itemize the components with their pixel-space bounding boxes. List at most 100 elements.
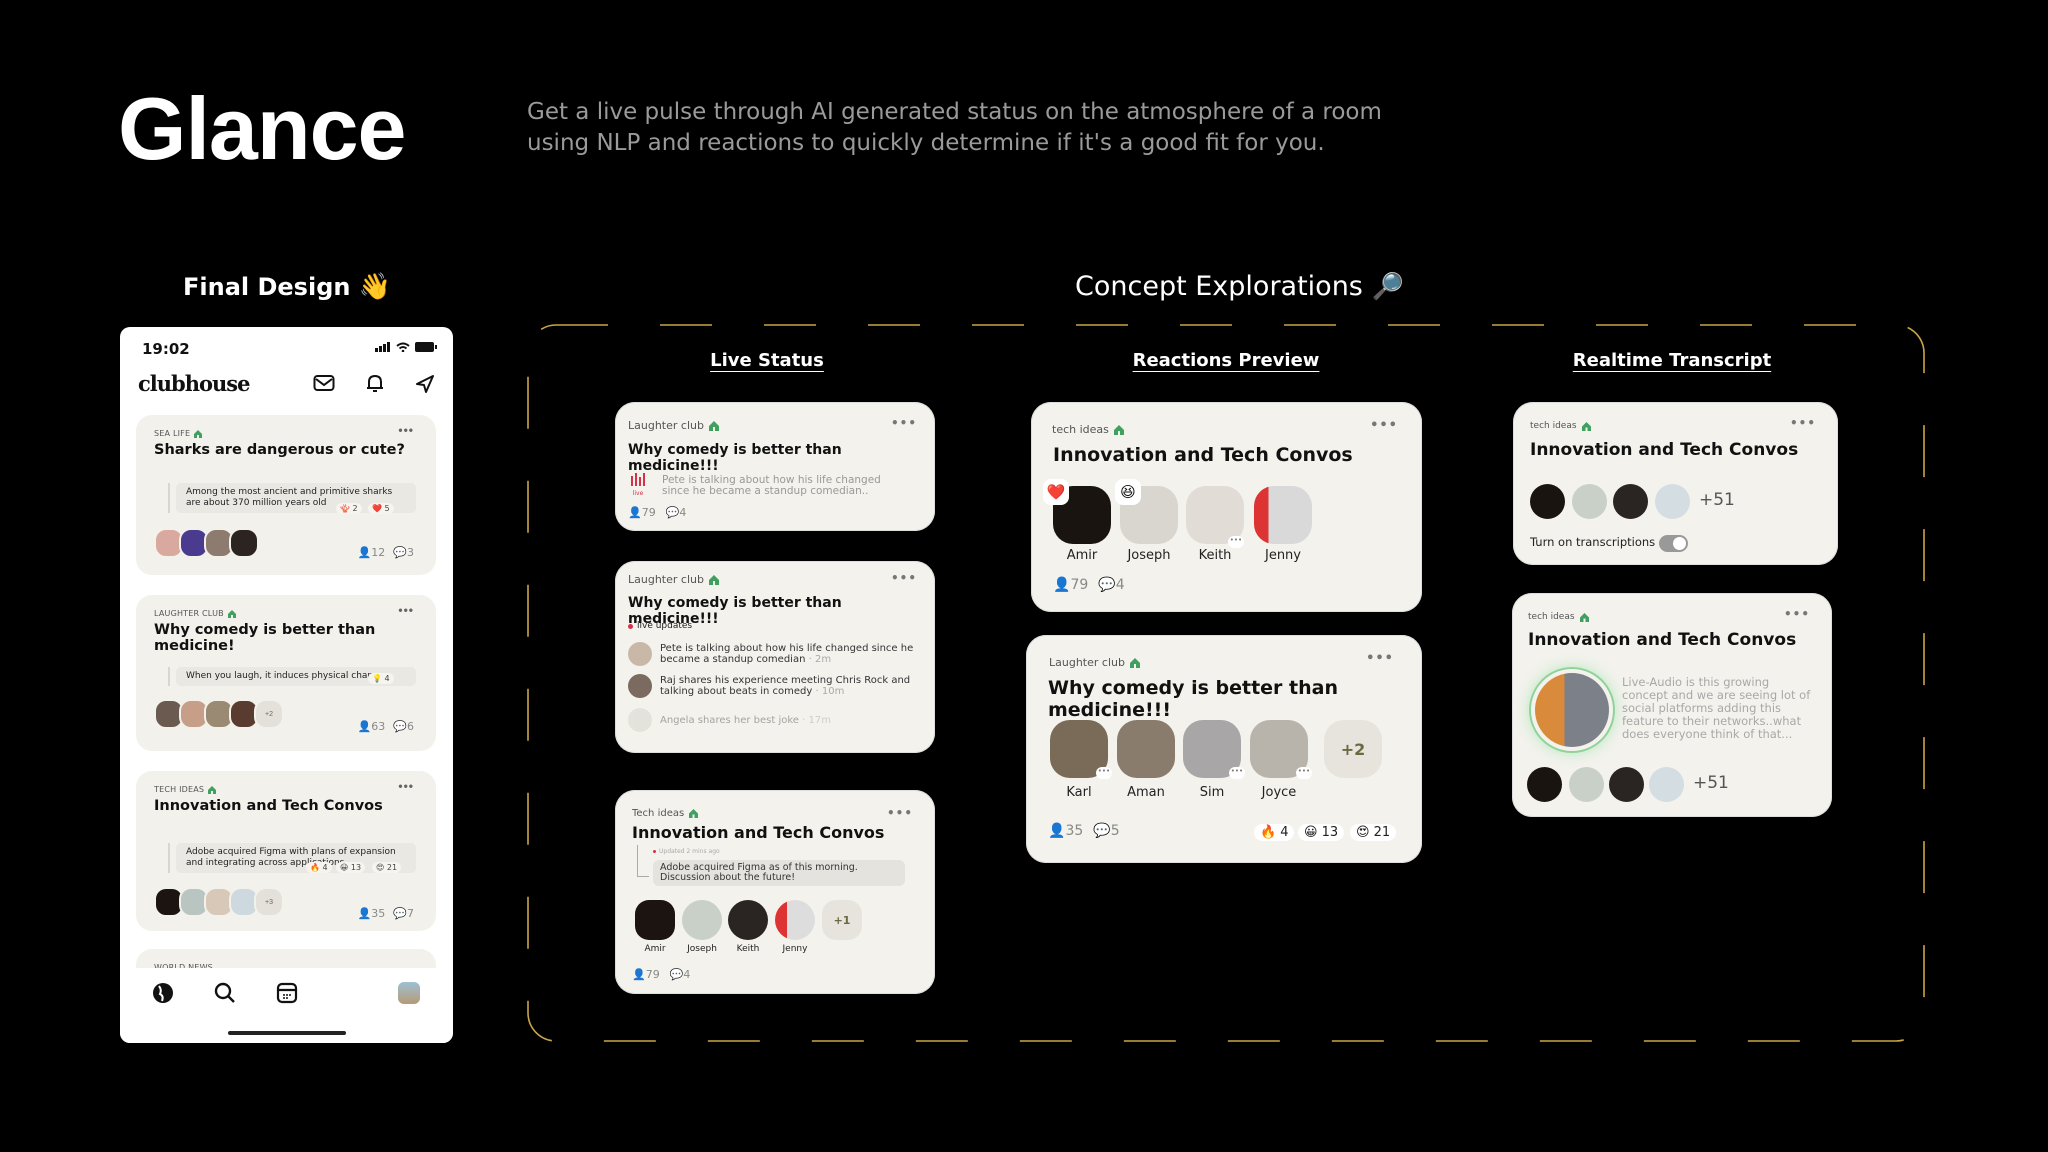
more-options-icon[interactable]: ••• <box>398 603 414 617</box>
comment-count: 💬3 <box>393 546 414 559</box>
calendar-icon[interactable] <box>276 982 298 1004</box>
more-options-icon[interactable]: ••• <box>891 571 917 585</box>
more-options-icon[interactable]: ••• <box>1370 418 1398 433</box>
live-status-card-simple[interactable]: Laughter club ••• Why comedy is better t… <box>615 402 935 531</box>
house-icon <box>208 785 217 794</box>
speaker-avatar[interactable] <box>1609 767 1644 802</box>
more-speakers-badge[interactable]: +3 <box>254 887 284 917</box>
more-options-icon[interactable]: ••• <box>1790 416 1816 430</box>
room-title: Innovation and Tech Convos <box>1530 440 1799 460</box>
phone-mockup: 19:02 clubhouse SEA LIFE Sharks are dang… <box>120 327 453 1043</box>
speaker-avatar[interactable] <box>1569 767 1604 802</box>
club-name: SEA LIFE <box>154 429 191 438</box>
speaker-avatar[interactable] <box>635 900 675 940</box>
more-speakers-badge[interactable]: +1 <box>822 900 862 940</box>
more-options-icon[interactable]: ••• <box>1784 607 1810 621</box>
house-icon <box>1579 612 1589 622</box>
more-speakers-count[interactable]: +51 <box>1699 490 1735 510</box>
transcript-card[interactable]: tech ideas ••• Innovation and Tech Convo… <box>1512 593 1832 817</box>
house-icon <box>1129 657 1140 668</box>
room-stats: 👤63 💬6 <box>358 720 414 733</box>
reaction-badge: 🔥 4 <box>306 862 332 873</box>
reactions-preview-card[interactable]: tech ideas ••• Innovation and Tech Convo… <box>1031 402 1422 612</box>
avatar <box>628 708 652 732</box>
speaker-avatar[interactable] <box>1254 486 1312 544</box>
more-options-icon[interactable]: ••• <box>887 806 913 820</box>
listener-count: 👤35 <box>1048 823 1084 839</box>
speaker-avatar[interactable] <box>1530 484 1565 519</box>
more-options-icon[interactable]: ••• <box>398 779 414 793</box>
club-name: tech ideas <box>1530 421 1577 431</box>
club-name: Laughter club <box>628 419 704 432</box>
active-speaker-avatar[interactable] <box>1535 673 1609 747</box>
bell-icon[interactable] <box>365 374 385 394</box>
speaker-avatar[interactable] <box>1655 484 1690 519</box>
house-icon <box>708 420 719 431</box>
speaker-avatar[interactable] <box>1527 767 1562 802</box>
ai-live-status: Pete is talking about how his life chang… <box>662 474 881 497</box>
speaker-avatar[interactable] <box>682 900 722 940</box>
live-updates-card[interactable]: Laughter club ••• Why comedy is better t… <box>615 561 935 753</box>
avatar <box>229 528 259 558</box>
explore-globe-icon[interactable] <box>152 982 174 1004</box>
listener-count: 👤79 <box>632 968 660 981</box>
listener-count: 👤12 <box>357 546 386 559</box>
club-name: Tech ideas <box>632 808 685 819</box>
transcript-toggle-card[interactable]: tech ideas ••• Innovation and Tech Convo… <box>1513 402 1838 565</box>
speaker-avatar[interactable] <box>728 900 768 940</box>
comment-count: 💬4 <box>1098 577 1125 593</box>
more-speakers-badge[interactable]: +2 <box>1324 720 1382 778</box>
room-title: Innovation and Tech Convos <box>1528 630 1797 650</box>
speaker-name: Keith <box>1198 548 1232 563</box>
final-design-heading: Final Design 👋 <box>183 272 391 302</box>
house-icon <box>708 574 719 585</box>
comment-count: 💬5 <box>1093 823 1120 839</box>
page-description: Get a live pulse through AI generated st… <box>527 99 1382 156</box>
room-card[interactable]: SEA LIFE Sharks are dangerous or cute? •… <box>136 415 436 575</box>
search-icon[interactable] <box>214 982 236 1004</box>
bottom-nav <box>120 968 453 1043</box>
room-stats: 👤79 💬4 <box>1053 577 1125 593</box>
live-update-item: Angela shares her best joke · 17m <box>628 708 928 732</box>
concept-explorations-label: Concept Explorations <box>1075 271 1363 302</box>
listener-count: 👤79 <box>628 506 656 519</box>
room-stats: 👤35 💬5 <box>1048 823 1120 839</box>
more-options-icon[interactable]: ••• <box>398 423 414 437</box>
room-title: Sharks are dangerous or cute? <box>154 442 405 458</box>
live-update-item: Pete is talking about how his life chang… <box>628 642 928 666</box>
live-status-speakers-card[interactable]: Tech ideas ••• Innovation and Tech Convo… <box>615 790 935 994</box>
club-name: tech ideas <box>1528 612 1575 622</box>
speaking-bubble-icon: ••• <box>1296 767 1312 779</box>
more-options-icon[interactable]: ••• <box>891 416 917 430</box>
more-options-icon[interactable]: ••• <box>1366 651 1394 666</box>
speaker-avatars <box>154 528 259 558</box>
speaker-avatar[interactable] <box>1572 484 1607 519</box>
speaker-avatar[interactable] <box>775 900 815 940</box>
speaker-avatar[interactable] <box>1117 720 1175 778</box>
room-card[interactable]: TECH IDEAS Innovation and Tech Convos ••… <box>136 771 436 931</box>
send-icon[interactable] <box>415 374 435 394</box>
listener-count: 👤79 <box>1053 577 1089 593</box>
speaker-name: Karl <box>1066 785 1092 800</box>
reaction-badge: 😍 21 <box>372 862 402 873</box>
room-card[interactable]: LAUGHTER CLUB Why comedy is better than … <box>136 595 436 751</box>
room-stats: 👤12 💬3 <box>358 546 414 559</box>
transcription-toggle[interactable] <box>1659 535 1688 552</box>
concept-explorations-heading: Concept Explorations 🔎 <box>1075 271 1404 302</box>
club-name: TECH IDEAS <box>154 785 205 794</box>
room-title: Innovation and Tech Convos <box>154 798 383 814</box>
club-name: LAUGHTER CLUB <box>154 609 224 618</box>
signal-icon <box>375 342 390 352</box>
house-icon <box>227 609 236 618</box>
comment-count: 💬7 <box>393 907 414 920</box>
more-speakers-count[interactable]: +51 <box>1693 773 1729 793</box>
reactions-summary-card[interactable]: Laughter club ••• Why comedy is better t… <box>1026 635 1422 863</box>
home-indicator <box>228 1031 346 1035</box>
reaction-count-pill: 🔥 4 <box>1254 824 1295 841</box>
mail-icon[interactable] <box>313 374 335 392</box>
speaker-avatar[interactable] <box>1613 484 1648 519</box>
profile-avatar[interactable] <box>398 982 420 1004</box>
speaker-name: Sim <box>1199 785 1225 800</box>
more-speakers-badge[interactable]: +2 <box>254 699 284 729</box>
speaker-avatar[interactable] <box>1649 767 1684 802</box>
